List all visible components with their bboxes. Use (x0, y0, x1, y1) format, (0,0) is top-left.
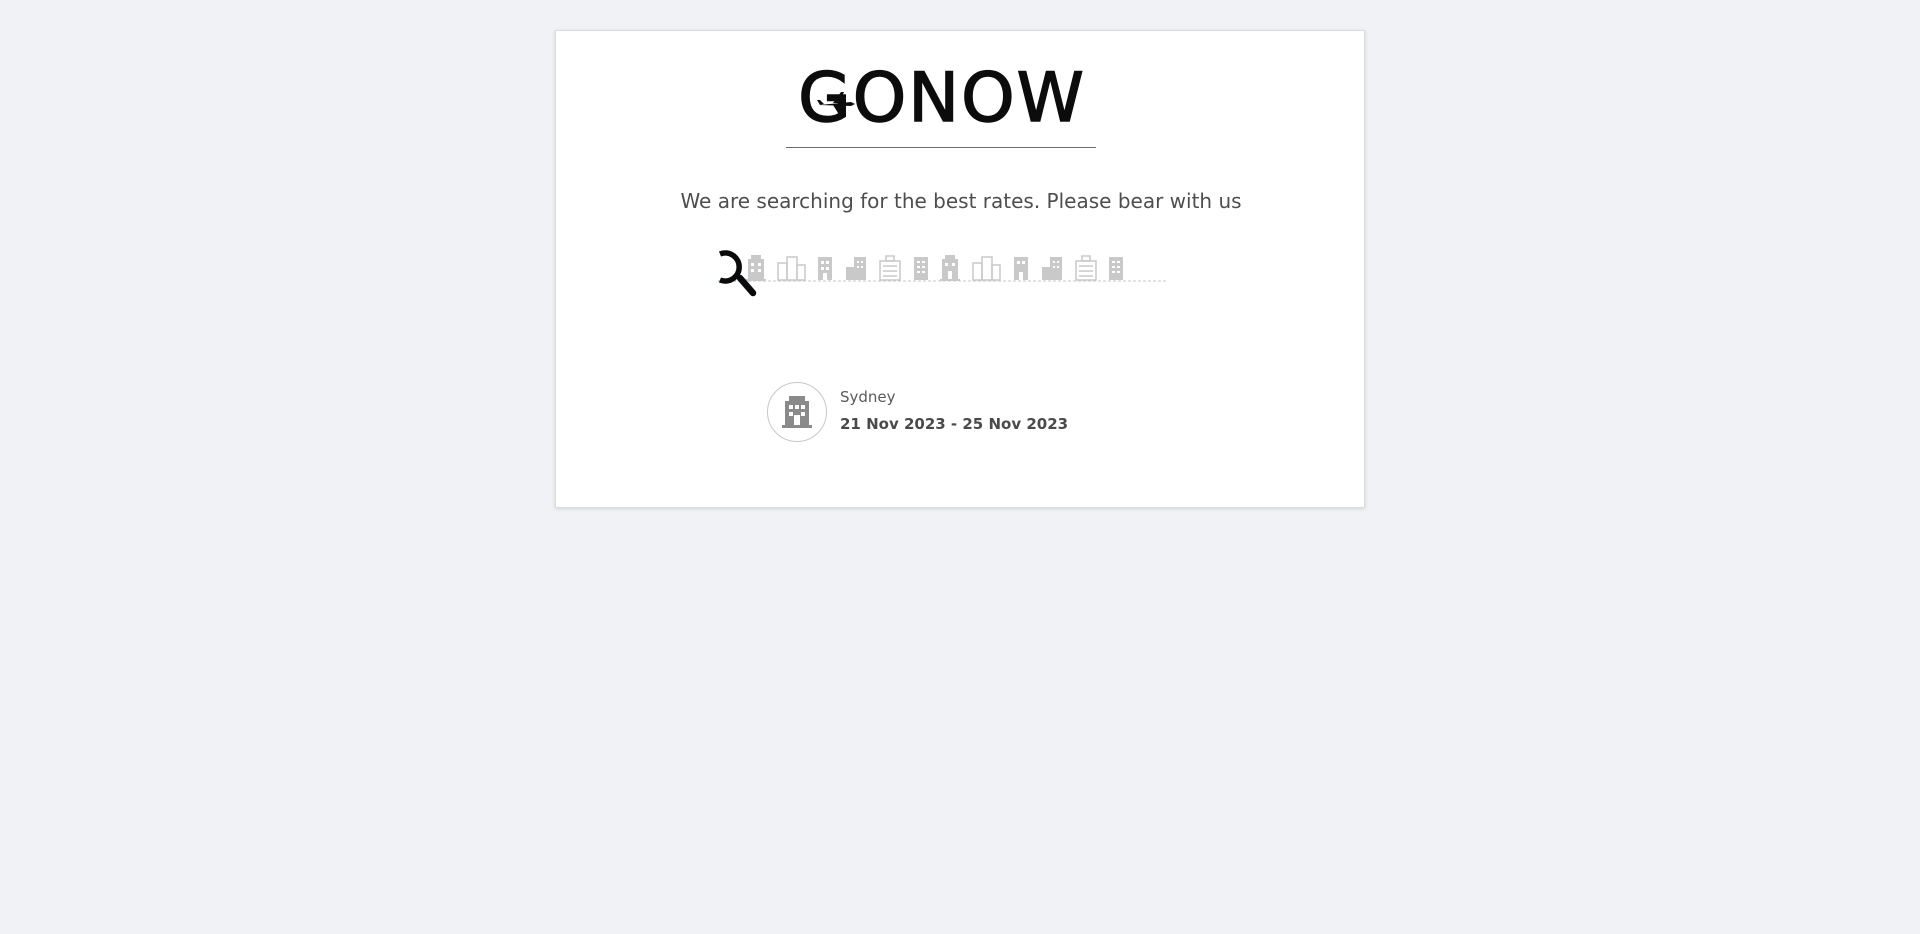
building-icon (879, 255, 901, 281)
building-icon (1075, 255, 1097, 281)
loading-message: We are searching for the best rates. Ple… (680, 189, 1242, 213)
building-icon (1014, 257, 1028, 280)
loading-card: GONOW We are searching for the best rate… (555, 30, 1365, 508)
destination-city: Sydney (840, 388, 896, 406)
airplane-icon (817, 92, 855, 116)
building-icon (972, 256, 1001, 281)
building-icon (818, 257, 832, 280)
magnifier-icon (718, 250, 757, 297)
search-summary: Sydney 21 Nov 2023 - 25 Nov 2023 (767, 382, 1167, 446)
building-icon (914, 257, 928, 280)
building-icon (846, 257, 866, 280)
hotel-icon-circle (767, 382, 827, 442)
building-icon (940, 255, 960, 281)
hotel-icon (782, 396, 812, 428)
stay-dates: 21 Nov 2023 - 25 Nov 2023 (840, 415, 1069, 433)
building-icon (777, 256, 806, 281)
gonow-logo: GONOW (787, 58, 1097, 149)
building-icon (1109, 257, 1123, 280)
search-animation (718, 250, 1168, 297)
logo-divider (786, 147, 1096, 148)
building-icon (746, 255, 766, 281)
building-icon (1042, 257, 1062, 280)
